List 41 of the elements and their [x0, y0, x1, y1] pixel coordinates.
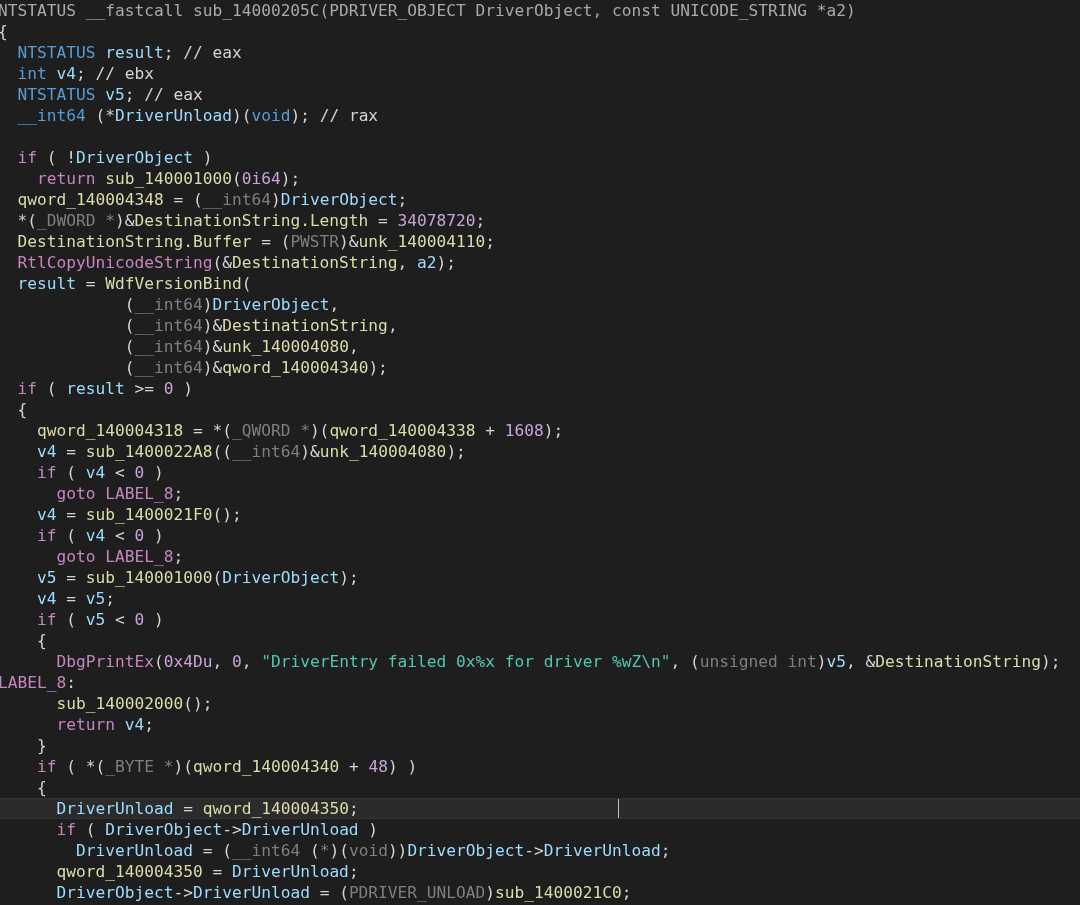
code-line: (__int64)&qword_140004340);: [123, 357, 389, 378]
code-line: v4 = v5;: [35, 588, 116, 609]
code-line: return sub_140001000(0i64);: [35, 168, 302, 189]
code-line: {: [16, 399, 29, 420]
code-line: qword_140004348 = (__int64)DriverObject;: [16, 189, 409, 210]
code-line: v5 = sub_140001000(DriverObject);: [35, 567, 360, 588]
text-cursor: [618, 799, 619, 818]
code-line: {: [0, 21, 9, 42]
code-line: int v4; // ebx: [16, 63, 155, 84]
code-line: RtlCopyUnicodeString(&DestinationString, a2);: [16, 252, 458, 273]
code-line: goto LABEL_8;: [55, 546, 185, 567]
code-line: return v4;: [55, 714, 155, 735]
code-line: qword_140004318 = *(_QWORD *)(qword_140004338 + 1608);: [35, 420, 565, 441]
code-line: v4 = sub_1400021F0();: [35, 504, 243, 525]
code-line: v4 = sub_1400022A8((__int64)&unk_140004080);: [35, 441, 467, 462]
code-line: DriverUnload = (__int64 (*)(void))DriverObject->DriverUnload;: [74, 840, 672, 861]
code-line: result = WdfVersionBind(: [16, 273, 253, 294]
code-line: }: [35, 735, 48, 756]
code-line: if ( v4 < 0 ): [35, 525, 165, 546]
code-line: goto LABEL_8;: [55, 483, 185, 504]
code-line: (__int64)&DestinationString,: [123, 315, 399, 336]
code-line: if ( !DriverObject ): [16, 147, 214, 168]
code-line: (__int64)DriverObject,: [123, 294, 341, 315]
code-line: {: [35, 630, 48, 651]
code-line: (__int64)&unk_140004080,: [123, 336, 360, 357]
code-line: NTSTATUS v5; // eax: [16, 84, 204, 105]
code-line: NTSTATUS result; // eax: [16, 42, 243, 63]
code-line: sub_140002000();: [55, 693, 214, 714]
code-line: DbgPrintEx(0x4Du, 0, "DriverEntry failed 0x%x for driver %wZ\n", (unsigned int)v5, &DestinationString);: [55, 651, 1062, 672]
code-line: if ( DriverObject->DriverUnload ): [55, 819, 380, 840]
code-line: *(_DWORD *)&DestinationString.Length = 34078720;: [16, 210, 487, 231]
code-line: if ( result >= 0 ): [16, 378, 194, 399]
code-line: __int64 (*DriverUnload)(void); // rax: [16, 105, 380, 127]
code-line: DestinationString.Buffer = (PWSTR)&unk_140004110;: [16, 231, 497, 252]
code-line: DriverObject->DriverUnload = (PDRIVER_UNLOAD)sub_1400021C0;: [55, 882, 633, 903]
code-line: LABEL_8:: [0, 672, 77, 693]
code-line: {: [35, 777, 48, 798]
code-line: if ( v4 < 0 ): [35, 462, 165, 483]
code-line: if ( v5 < 0 ): [35, 609, 165, 630]
code-line: qword_140004350 = DriverUnload;: [55, 861, 360, 882]
code-line: if ( *(_BYTE *)(qword_140004340 + 48) ): [35, 756, 419, 777]
